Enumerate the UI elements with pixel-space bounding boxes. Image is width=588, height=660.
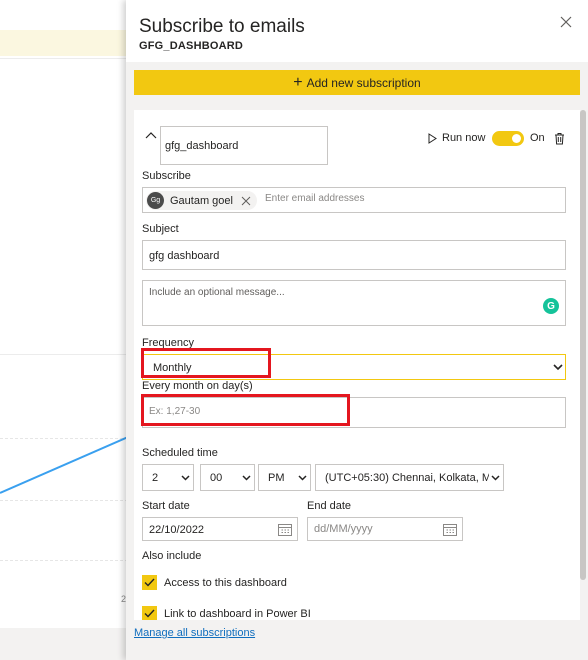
chevron-down-icon	[298, 475, 307, 481]
day-label: Every month on day(s)	[142, 380, 253, 392]
recipient-name: Gautam goel	[170, 194, 233, 207]
plus-icon: +	[293, 73, 303, 91]
include-link-checkbox[interactable]: Link to dashboard in Power BI	[142, 606, 311, 620]
panel-header: Subscribe to emails GFG_DASHBOARD	[126, 0, 588, 62]
grammarly-icon[interactable]: G	[543, 298, 559, 314]
minute-select[interactable]: 00	[200, 464, 255, 491]
play-icon	[428, 132, 437, 144]
checkmark-icon	[144, 609, 155, 618]
chevron-down-icon	[553, 364, 563, 371]
chart-gridline	[0, 500, 128, 501]
start-date-field[interactable]: 22/10/2022	[142, 517, 298, 541]
day-field[interactable]	[142, 397, 566, 428]
calendar-icon[interactable]	[443, 523, 457, 536]
calendar-icon[interactable]	[278, 523, 292, 536]
line-chart-series	[0, 436, 129, 494]
subscription-card: Run now On Subscribe Gg Gautam goel Subj…	[134, 110, 580, 620]
frequency-value: Monthly	[153, 362, 192, 374]
include-access-checkbox[interactable]: Access to this dashboard	[142, 575, 287, 590]
recipients-field[interactable]: Gg Gautam goel	[142, 187, 566, 213]
scrollbar[interactable]	[580, 110, 586, 580]
subject-input[interactable]: gfg dashboard	[142, 240, 566, 270]
delete-icon[interactable]	[554, 132, 565, 145]
hour-value: 2	[152, 472, 159, 484]
manage-subscriptions-link[interactable]: Manage all subscriptions	[134, 627, 255, 639]
end-date-input[interactable]	[314, 523, 434, 535]
timezone-select[interactable]: (UTC+05:30) Chennai, Kolkata, Mumbai	[315, 464, 504, 491]
subject-label: Subject	[142, 223, 179, 235]
ampm-select[interactable]: PM	[258, 464, 311, 491]
message-input[interactable]	[143, 281, 565, 325]
timezone-value: (UTC+05:30) Chennai, Kolkata, Mumbai	[325, 472, 489, 484]
chevron-down-icon	[491, 475, 500, 481]
minute-value: 00	[210, 472, 223, 484]
divider	[0, 354, 140, 355]
checkmark-icon	[144, 578, 155, 587]
toggle-label: On	[530, 132, 545, 144]
subscribe-panel: Subscribe to emails GFG_DASHBOARD + Add …	[126, 0, 588, 660]
panel-subtitle: GFG_DASHBOARD	[139, 40, 244, 52]
close-icon	[560, 16, 572, 28]
subscription-toggle[interactable]	[492, 131, 524, 146]
add-subscription-button[interactable]: + Add new subscription	[134, 70, 580, 95]
chart-gridline	[0, 560, 128, 561]
start-date-label: Start date	[142, 500, 190, 512]
chevron-up-icon[interactable]	[145, 130, 157, 140]
toggle-knob	[512, 134, 521, 143]
remove-recipient-icon[interactable]	[241, 196, 251, 206]
end-date-label: End date	[307, 500, 352, 512]
chevron-down-icon	[181, 475, 190, 481]
email-input[interactable]	[265, 193, 555, 204]
start-date-value: 22/10/2022	[149, 524, 205, 536]
include-access-label: Access to this dashboard	[164, 576, 287, 589]
run-now-label: Run now	[442, 132, 486, 144]
subscription-name-input[interactable]	[160, 126, 328, 165]
run-now-button[interactable]: Run now	[428, 132, 485, 144]
report-footer	[0, 628, 140, 660]
checkbox-checked	[142, 606, 157, 620]
subscribe-label: Subscribe	[142, 170, 191, 182]
frequency-select[interactable]: Monthly	[142, 354, 566, 380]
add-subscription-label: Add new subscription	[306, 75, 421, 90]
scheduled-time-label: Scheduled time	[142, 447, 218, 459]
avatar: Gg	[147, 192, 164, 209]
chevron-down-icon	[242, 475, 251, 481]
divider	[0, 58, 140, 59]
hour-select[interactable]: 2	[142, 464, 194, 491]
report-banner	[0, 30, 140, 56]
day-input[interactable]	[149, 406, 549, 417]
also-include-label: Also include	[142, 550, 202, 562]
close-button[interactable]	[560, 15, 576, 31]
recipient-chip: Gg Gautam goel	[146, 191, 257, 210]
frequency-label: Frequency	[142, 337, 194, 349]
ampm-value: PM	[268, 472, 285, 484]
end-date-field[interactable]	[307, 517, 463, 541]
panel-title: Subscribe to emails	[139, 16, 305, 37]
checkbox-checked	[142, 575, 157, 590]
message-field[interactable]: G	[142, 280, 566, 326]
include-link-label: Link to dashboard in Power BI	[164, 607, 311, 620]
